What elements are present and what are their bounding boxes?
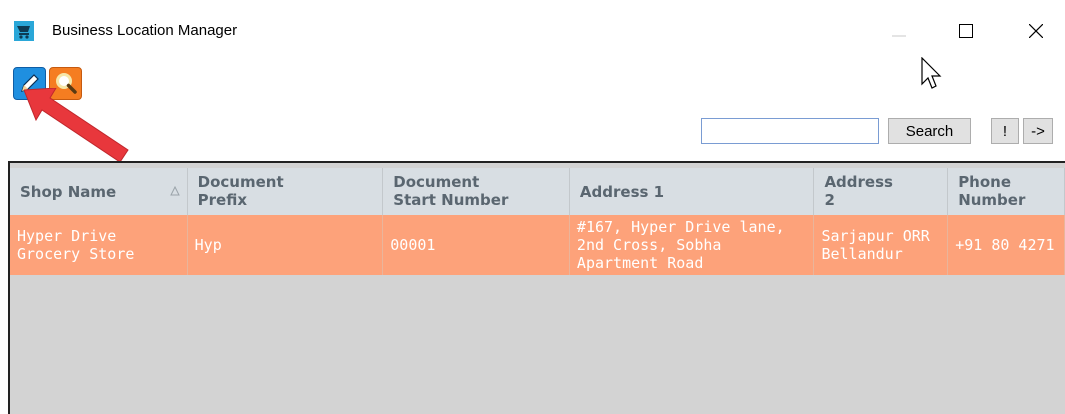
data-grid[interactable]: Shop Name Document Prefix Document Start… bbox=[8, 161, 1065, 414]
maximize-icon bbox=[959, 24, 973, 38]
cell-address-1[interactable]: #167, Hyper Drive lane, 2nd Cross, Sobha… bbox=[570, 215, 815, 275]
grid-header: Shop Name Document Prefix Document Start… bbox=[10, 168, 1065, 215]
cell-phone-number[interactable]: +91 80 4271 bbox=[948, 215, 1065, 275]
search-input[interactable] bbox=[701, 118, 879, 144]
title-bar: Business Location Manager bbox=[0, 0, 1065, 53]
column-header-document-prefix[interactable]: Document Prefix bbox=[188, 168, 384, 215]
red-arrow-annotation bbox=[24, 88, 129, 163]
next-button[interactable]: -> bbox=[1023, 118, 1053, 144]
cell-document-start-number[interactable]: 00001 bbox=[383, 215, 570, 275]
toolbar bbox=[0, 53, 1065, 161]
column-header-label: Address 2 bbox=[824, 173, 893, 209]
column-header-shop-name[interactable]: Shop Name bbox=[10, 168, 188, 215]
column-header-label: Address 1 bbox=[579, 182, 665, 201]
mouse-cursor-icon bbox=[921, 57, 942, 89]
window-title: Business Location Manager bbox=[52, 22, 238, 39]
minimize-icon bbox=[892, 35, 906, 37]
column-header-address-1[interactable]: Address 1 bbox=[570, 168, 815, 215]
sort-ascending-icon bbox=[169, 186, 180, 196]
column-header-address-2[interactable]: Address 2 bbox=[814, 168, 949, 215]
minimize-button[interactable] bbox=[876, 9, 922, 53]
exclamation-button[interactable]: ! bbox=[991, 118, 1019, 144]
close-button[interactable] bbox=[1013, 9, 1059, 53]
close-icon bbox=[1029, 24, 1043, 38]
column-header-label: Shop Name bbox=[20, 182, 117, 201]
cell-document-prefix[interactable]: Hyp bbox=[188, 215, 384, 275]
shopping-cart-icon bbox=[14, 21, 34, 41]
column-header-label: Document Start Number bbox=[393, 173, 509, 209]
search-button[interactable]: Search bbox=[888, 118, 971, 144]
maximize-button[interactable] bbox=[943, 9, 989, 53]
column-header-label: Document Prefix bbox=[197, 173, 284, 209]
column-header-document-start-number[interactable]: Document Start Number bbox=[383, 168, 570, 215]
column-header-phone-number[interactable]: Phone Number bbox=[948, 168, 1065, 215]
table-row[interactable]: Hyper Drive Grocery Store Hyp 00001 #167… bbox=[10, 215, 1065, 275]
column-header-label: Phone Number bbox=[958, 173, 1026, 209]
cell-address-2[interactable]: Sarjapur ORR Bellandur bbox=[814, 215, 949, 275]
cell-shop-name[interactable]: Hyper Drive Grocery Store bbox=[10, 215, 188, 275]
